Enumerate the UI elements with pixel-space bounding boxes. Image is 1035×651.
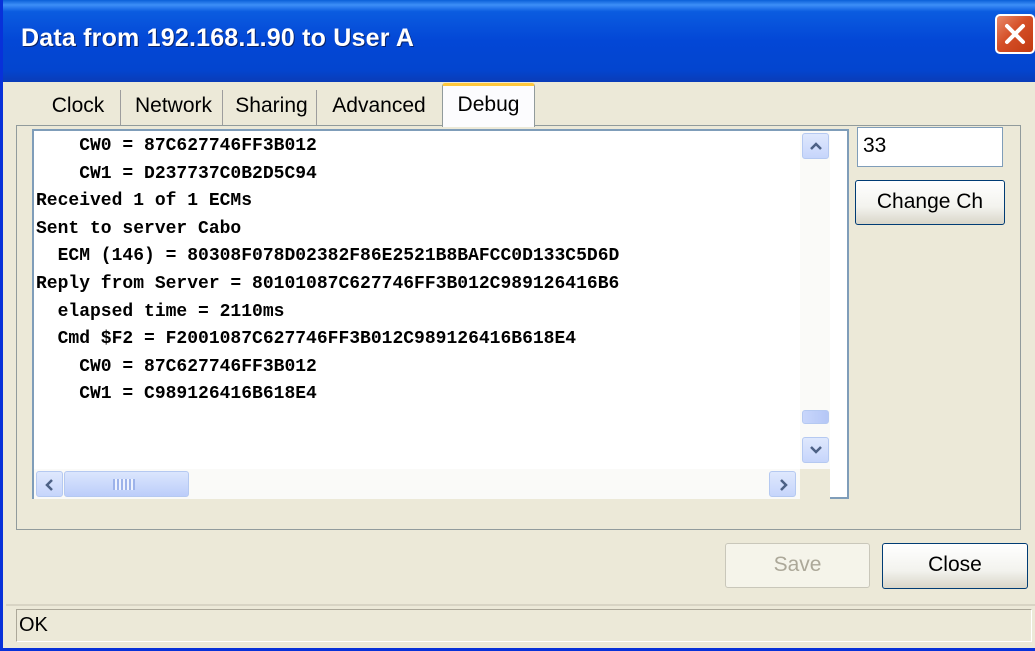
debug-log-box[interactable]: CW0 = 87C627746FF3B012 CW1 = D237737C0B2… — [32, 129, 849, 499]
log-line: CW0 = 87C627746FF3B012 — [36, 356, 317, 377]
save-button[interactable]: Save — [725, 543, 870, 588]
scroll-left-button[interactable] — [36, 471, 63, 497]
log-line: elapsed time = 2110ms — [36, 301, 285, 322]
tab-debug[interactable]: Debug — [442, 83, 535, 127]
log-line: Reply from Server = 80101087C627746FF3B0… — [36, 273, 620, 294]
log-line: Cmd $F2 = F2001087C627746FF3B012C9891264… — [36, 329, 577, 350]
vertical-scrollbar[interactable] — [800, 131, 830, 469]
log-line: CW0 = 87C627746FF3B012 — [36, 136, 317, 156]
log-line: Received 1 of 1 ECMs — [36, 191, 253, 212]
vertical-scroll-thumb[interactable] — [802, 410, 829, 424]
scroll-right-button[interactable] — [769, 471, 796, 497]
tab-network[interactable]: Network — [125, 90, 223, 126]
status-bar: OK — [16, 609, 1032, 642]
log-line: Sent to server Cabo — [36, 218, 242, 239]
dialog-window: Data from 192.168.1.90 to User A Clock N… — [0, 0, 1035, 651]
horizontal-scrollbar[interactable] — [34, 469, 800, 499]
window-title: Data from 192.168.1.90 to User A — [21, 24, 415, 52]
scrollbar-corner — [800, 469, 830, 499]
debug-log-text: CW0 = 87C627746FF3B012 CW1 = D237737C0B2… — [36, 133, 799, 468]
scroll-grip — [113, 479, 135, 490]
log-line: ECM (146) = 80308F078D02382F86E2521B8BAF… — [36, 246, 620, 267]
tab-clock[interactable]: Clock — [36, 90, 121, 126]
status-divider — [6, 604, 1035, 606]
window-close-button[interactable] — [995, 14, 1035, 54]
scroll-up-button[interactable] — [802, 133, 829, 159]
scroll-down-button[interactable] — [802, 437, 829, 463]
channel-input[interactable]: 33 — [857, 127, 1003, 167]
log-line: CW1 = D237737C0B2D5C94 — [36, 163, 317, 184]
title-bar[interactable]: Data from 192.168.1.90 to User A — [3, 0, 1035, 82]
change-channel-button[interactable]: Change Ch — [855, 180, 1005, 225]
log-line: CW1 = C989126416B618E4 — [36, 384, 317, 405]
tab-advanced[interactable]: Advanced — [321, 90, 437, 126]
tab-sharing[interactable]: Sharing — [227, 90, 317, 126]
horizontal-scroll-thumb[interactable] — [64, 471, 189, 497]
close-button[interactable]: Close — [882, 543, 1028, 589]
dialog-client-area: Clock Network Sharing Advanced Debug CW0… — [6, 82, 1035, 648]
